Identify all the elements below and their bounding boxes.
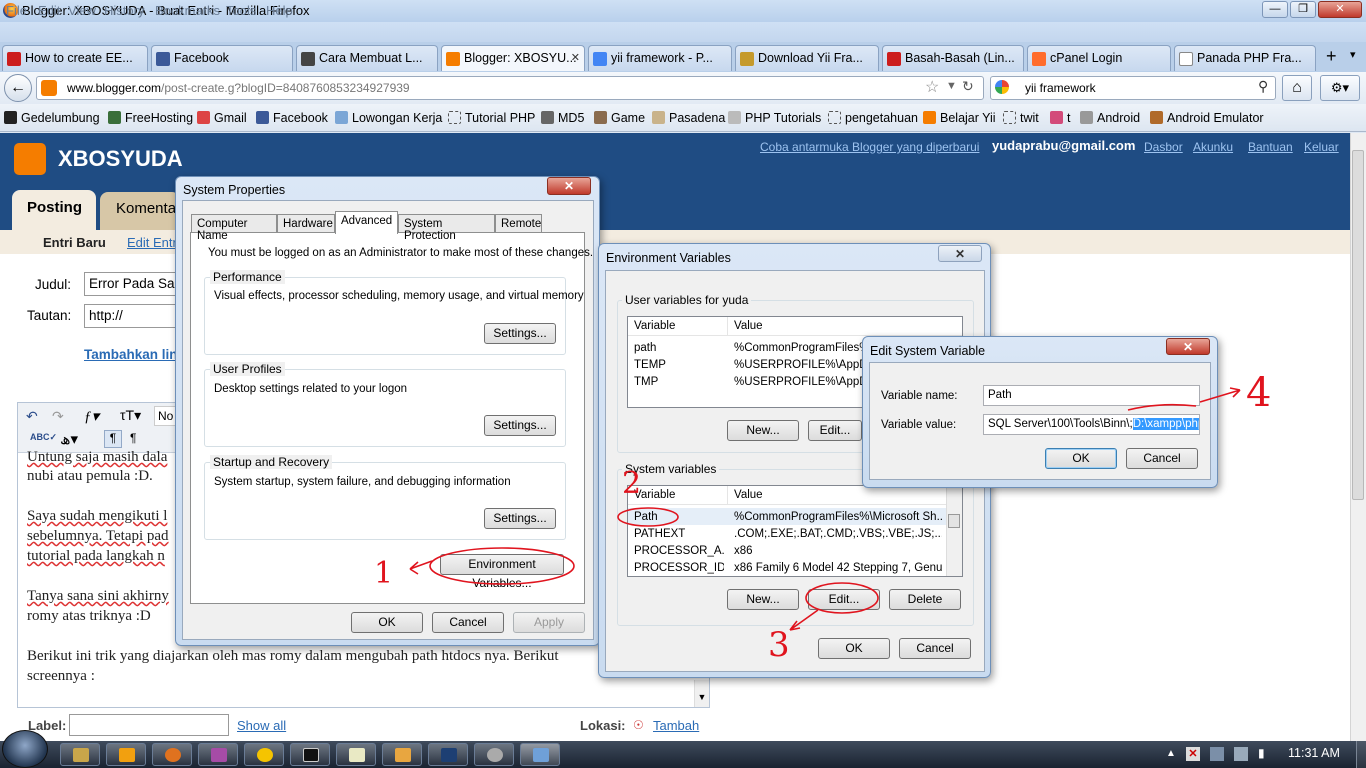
annotation-circle-edit-button — [805, 582, 879, 614]
tray-action-center-icon[interactable] — [1210, 747, 1224, 761]
taskbar-firefox[interactable] — [152, 743, 192, 766]
taskbar-clock[interactable]: 11:31 AM — [1288, 746, 1340, 760]
annotation-underline-value — [1127, 403, 1197, 411]
media-player-icon — [119, 748, 135, 762]
tray-signal-icon[interactable]: ▮ — [1258, 746, 1265, 760]
app-icon — [395, 748, 411, 762]
annotation-arrow-3 — [789, 609, 819, 631]
notepad-icon — [211, 748, 227, 762]
annotation-arrow-4 — [1199, 387, 1241, 403]
taskbar-photoshop[interactable] — [428, 743, 468, 766]
taskbar-messenger[interactable] — [244, 743, 284, 766]
firefox-icon — [165, 748, 181, 762]
annotation-circle-env-button — [429, 547, 575, 585]
taskbar-editor[interactable] — [336, 743, 376, 766]
explorer-icon — [73, 748, 89, 762]
smiley-icon — [257, 748, 273, 762]
taskbar-notepad[interactable] — [198, 743, 238, 766]
text-editor-icon — [349, 748, 365, 762]
tray-power-icon[interactable] — [1234, 747, 1248, 761]
tray-expand-icon[interactable]: ▲ — [1166, 748, 1176, 759]
taskbar-app[interactable] — [382, 743, 422, 766]
command-prompt-icon — [303, 748, 319, 762]
annotation-number-3: 3 — [768, 625, 790, 665]
taskbar-settings[interactable] — [474, 743, 514, 766]
annotation-arrow-1 — [409, 560, 433, 575]
annotation-number-4: 4 — [1246, 370, 1272, 416]
gear-icon — [487, 748, 503, 762]
annotation-number-1: 1 — [374, 556, 394, 591]
taskbar-system-properties[interactable] — [520, 743, 560, 766]
show-desktop-button[interactable] — [1356, 741, 1366, 768]
annotation-overlay — [409, 387, 1241, 631]
taskbar-cmd[interactable] — [290, 743, 330, 766]
start-button[interactable] — [2, 730, 48, 768]
taskbar-explorer[interactable] — [60, 743, 100, 766]
tray-network-error-icon[interactable]: ✕ — [1186, 747, 1200, 761]
photoshop-icon — [441, 748, 457, 762]
computer-icon — [533, 748, 549, 762]
annotation-number-2: 2 — [622, 466, 642, 501]
taskbar-media-player[interactable] — [106, 743, 146, 766]
annotation-circle-path-row — [617, 507, 679, 527]
